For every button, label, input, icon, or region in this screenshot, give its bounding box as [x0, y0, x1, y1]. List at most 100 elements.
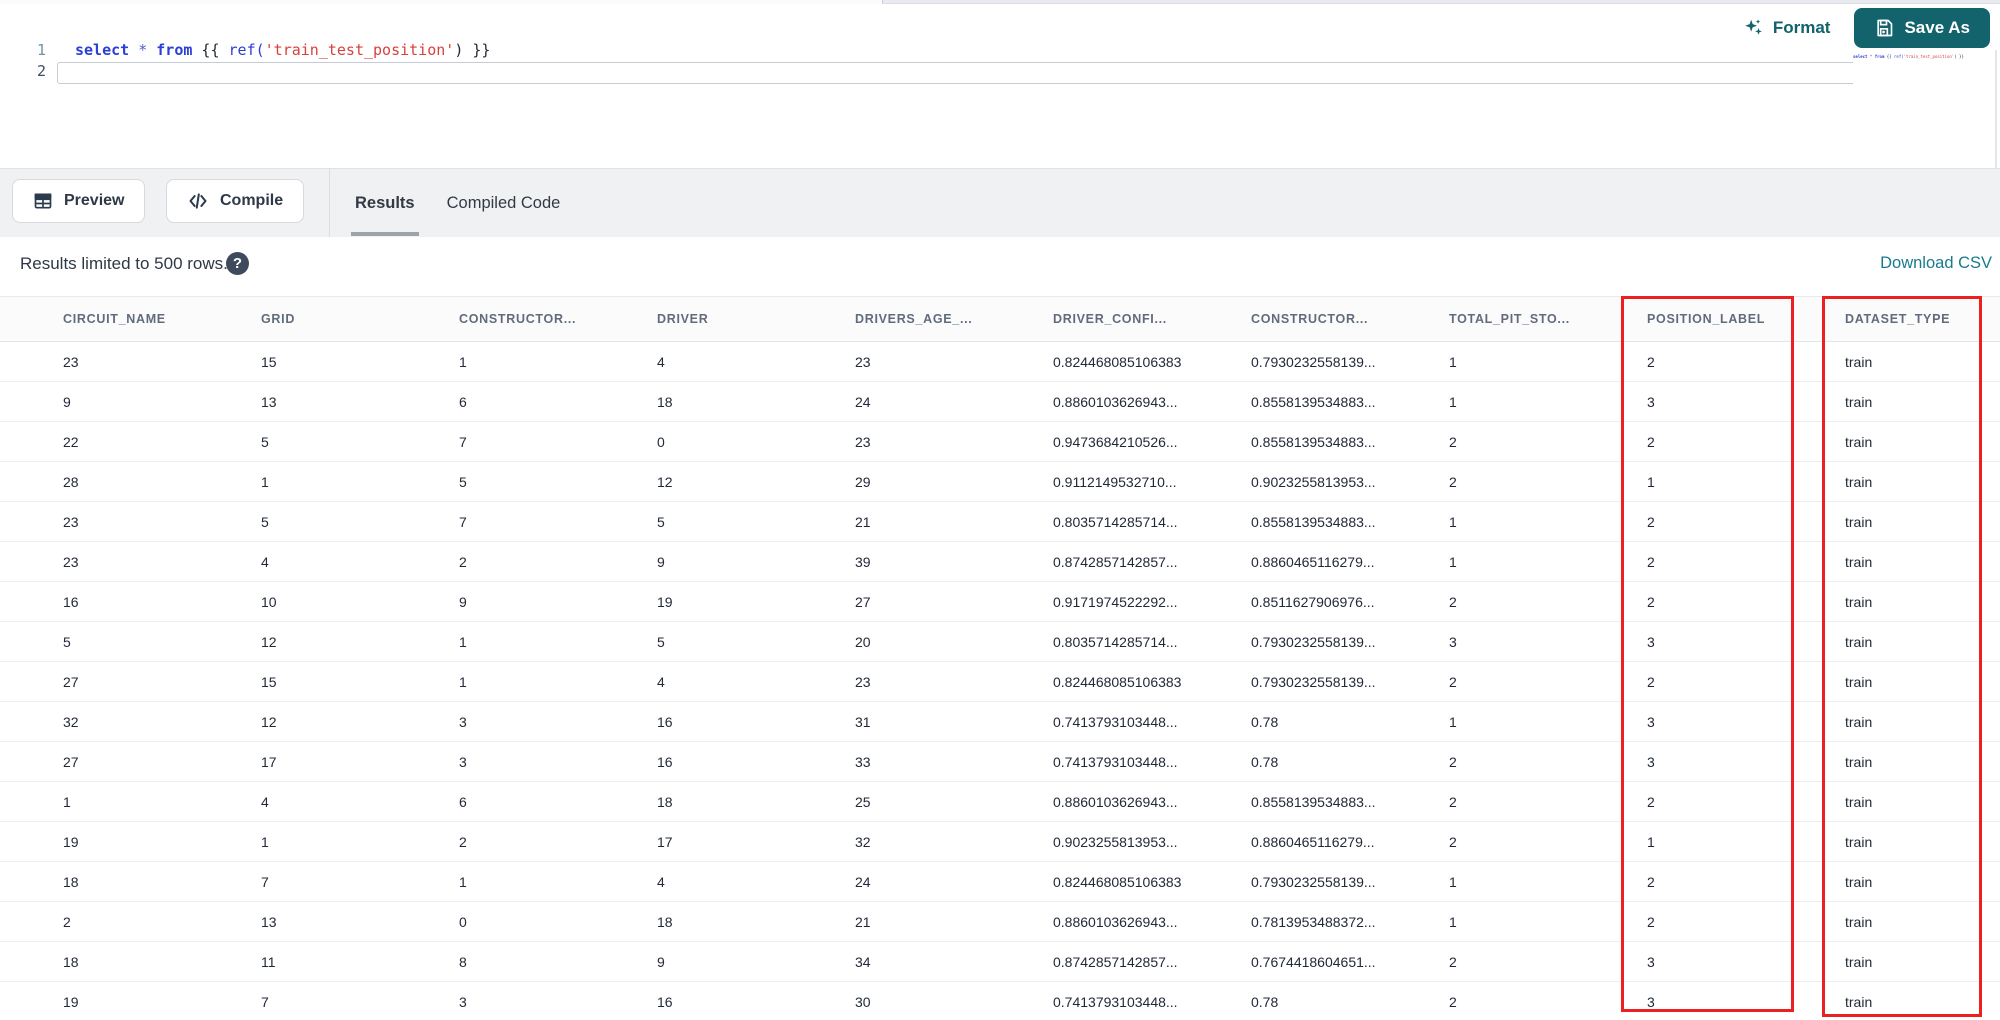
- table-cell: 19: [63, 833, 79, 850]
- table-cell: 2: [1449, 473, 1457, 490]
- table-row[interactable]: 22 5 7 0 23 0.9473684210526... 0.8558139534883…: [0, 422, 2000, 462]
- table-cell: 5: [261, 513, 269, 530]
- table-cell: 3: [1647, 993, 1655, 1010]
- editor-minimap[interactable]: select * from {{ ref('train_test_positio…: [1853, 54, 1990, 104]
- table-cell: 7: [261, 873, 269, 890]
- table-row[interactable]: 27 15 1 4 23 0.824468085106383 0.7930232558139…: [0, 662, 2000, 702]
- table-cell: 4: [657, 673, 665, 690]
- results-tabs: Results Compiled Code: [351, 169, 563, 238]
- table-cell: train: [1845, 633, 1873, 650]
- table-grid-icon: [33, 191, 53, 211]
- table-cell: 7: [261, 993, 269, 1010]
- results-pane-bar: Preview Compile Results Compiled Code: [0, 168, 2000, 238]
- table-cell: 18: [63, 953, 79, 970]
- table-cell: 1: [459, 673, 467, 690]
- table-row[interactable]: 2 13 0 18 21 0.8860103626943... 0.781395348837…: [0, 902, 2000, 942]
- table-cell: 0.9171974522292...: [1053, 593, 1178, 610]
- column-header[interactable]: CONSTRUCTOR...: [444, 297, 642, 341]
- column-header[interactable]: POSITION_LABEL: [1632, 297, 1830, 341]
- column-header[interactable]: DATASET_TYPE: [1830, 297, 2000, 341]
- tab-compiled-code[interactable]: Compiled Code: [445, 169, 563, 238]
- table-cell: 0.78: [1251, 993, 1279, 1010]
- table-cell: 8: [459, 953, 467, 970]
- table-cell: 0.824468085106383: [1053, 873, 1182, 890]
- table-cell: train: [1845, 993, 1873, 1010]
- line-number-1: 1: [36, 41, 46, 59]
- column-header[interactable]: CIRCUIT_NAME: [48, 297, 246, 341]
- column-header[interactable]: DRIVER_CONFI...: [1038, 297, 1236, 341]
- table-cell: 0.78: [1251, 713, 1279, 730]
- column-header[interactable]: DRIVER: [642, 297, 840, 341]
- table-cell: 1: [1449, 553, 1457, 570]
- table-row[interactable]: 1 4 6 18 25 0.8860103626943... 0.8558139534883…: [0, 782, 2000, 822]
- table-cell: 2: [1449, 593, 1457, 610]
- tab-results-label: Results: [355, 194, 415, 212]
- table-row[interactable]: 32 12 3 16 31 0.7413793103448... 0.78 1 3 train: [0, 702, 2000, 742]
- table-row[interactable]: 27 17 3 16 33 0.7413793103448... 0.78 2 3 train: [0, 742, 2000, 782]
- table-row[interactable]: 5 12 1 5 20 0.8035714285714... 0.7930232558139…: [0, 622, 2000, 662]
- save-as-button[interactable]: Save As: [1854, 8, 1990, 48]
- table-cell: 0.8558139534883...: [1251, 513, 1376, 530]
- table-cell: train: [1845, 513, 1873, 530]
- table-cell: 0.8558139534883...: [1251, 793, 1376, 810]
- table-row[interactable]: 23 5 7 5 21 0.8035714285714... 0.8558139534883…: [0, 502, 2000, 542]
- column-header[interactable]: DRIVERS_AGE_...: [840, 297, 1038, 341]
- tab-results[interactable]: Results: [351, 169, 419, 238]
- table-row[interactable]: 16 10 9 19 27 0.9171974522292... 0.85116279069…: [0, 582, 2000, 622]
- table-row[interactable]: 19 7 3 16 30 0.7413793103448... 0.78 2 3 train: [0, 982, 2000, 1020]
- table-cell: 12: [261, 633, 277, 650]
- table-row[interactable]: 23 4 2 9 39 0.8742857142857... 0.8860465116279…: [0, 542, 2000, 582]
- table-cell: 0.7813953488372...: [1251, 913, 1376, 930]
- download-csv-link[interactable]: Download CSV: [1880, 254, 1992, 273]
- table-cell: 39: [855, 553, 871, 570]
- table-cell: 3: [1647, 633, 1655, 650]
- table-row[interactable]: 18 7 1 4 24 0.824468085106383 0.7930232558139.…: [0, 862, 2000, 902]
- code-token: {{: [1884, 54, 1894, 59]
- table-cell: 0.8558139534883...: [1251, 393, 1376, 410]
- code-line-1-text: select * from {{ ref('train_test_positio…: [75, 41, 490, 59]
- preview-button[interactable]: Preview: [12, 179, 146, 223]
- table-cell: 4: [657, 353, 665, 370]
- table-cell: 2: [1449, 833, 1457, 850]
- compile-button[interactable]: Compile: [166, 179, 305, 223]
- column-header[interactable]: CONSTRUCTOR...: [1236, 297, 1434, 341]
- table-cell: 0.7413793103448...: [1053, 753, 1178, 770]
- table-row[interactable]: 23 15 1 4 23 0.824468085106383 0.7930232558139…: [0, 342, 2000, 382]
- table-cell: 4: [657, 873, 665, 890]
- table-cell: 0.8860103626943...: [1053, 393, 1178, 410]
- table-cell: 32: [63, 713, 79, 730]
- table-cell: 23: [855, 353, 871, 370]
- toolbar-divider: [329, 169, 330, 238]
- sql-editor[interactable]: Format Save As 1 2 select * from {{ ref(…: [0, 4, 2000, 168]
- table-cell: 12: [261, 713, 277, 730]
- table-row[interactable]: 19 1 2 17 32 0.9023255813953... 0.886046511627…: [0, 822, 2000, 862]
- table-cell: 9: [657, 553, 665, 570]
- table-row[interactable]: 28 1 5 12 29 0.9112149532710... 0.902325581395…: [0, 462, 2000, 502]
- code-token: select: [1853, 54, 1868, 59]
- table-cell: train: [1845, 913, 1873, 930]
- table-cell: 28: [63, 473, 79, 490]
- table-cell: 7: [459, 433, 467, 450]
- table-cell: train: [1845, 673, 1873, 690]
- table-cell: 32: [855, 833, 871, 850]
- code-token: }}: [463, 41, 491, 59]
- line-number-gutter: 1 2: [0, 40, 46, 82]
- table-row[interactable]: 9 13 6 18 24 0.8860103626943... 0.855813953488…: [0, 382, 2000, 422]
- question-mark-icon[interactable]: ?: [226, 252, 249, 275]
- table-cell: 16: [657, 753, 673, 770]
- table-row[interactable]: 18 11 8 9 34 0.8742857142857... 0.767441860465…: [0, 942, 2000, 982]
- editor-scrollbar[interactable]: [1995, 50, 1997, 168]
- table-cell: 2: [1449, 753, 1457, 770]
- table-cell: 0.7674418604651...: [1251, 953, 1376, 970]
- format-button[interactable]: Format: [1732, 11, 1841, 45]
- table-cell: 9: [63, 393, 71, 410]
- active-line-highlight: [57, 62, 1963, 84]
- table-cell: 0.7930232558139...: [1251, 633, 1376, 650]
- code-line-1[interactable]: select * from {{ ref('train_test_positio…: [75, 40, 490, 61]
- column-header[interactable]: GRID: [246, 297, 444, 341]
- table-cell: 1: [1449, 913, 1457, 930]
- column-header[interactable]: TOTAL_PIT_STO...: [1434, 297, 1632, 341]
- table-cell: 2: [1449, 793, 1457, 810]
- table-cell: train: [1845, 713, 1873, 730]
